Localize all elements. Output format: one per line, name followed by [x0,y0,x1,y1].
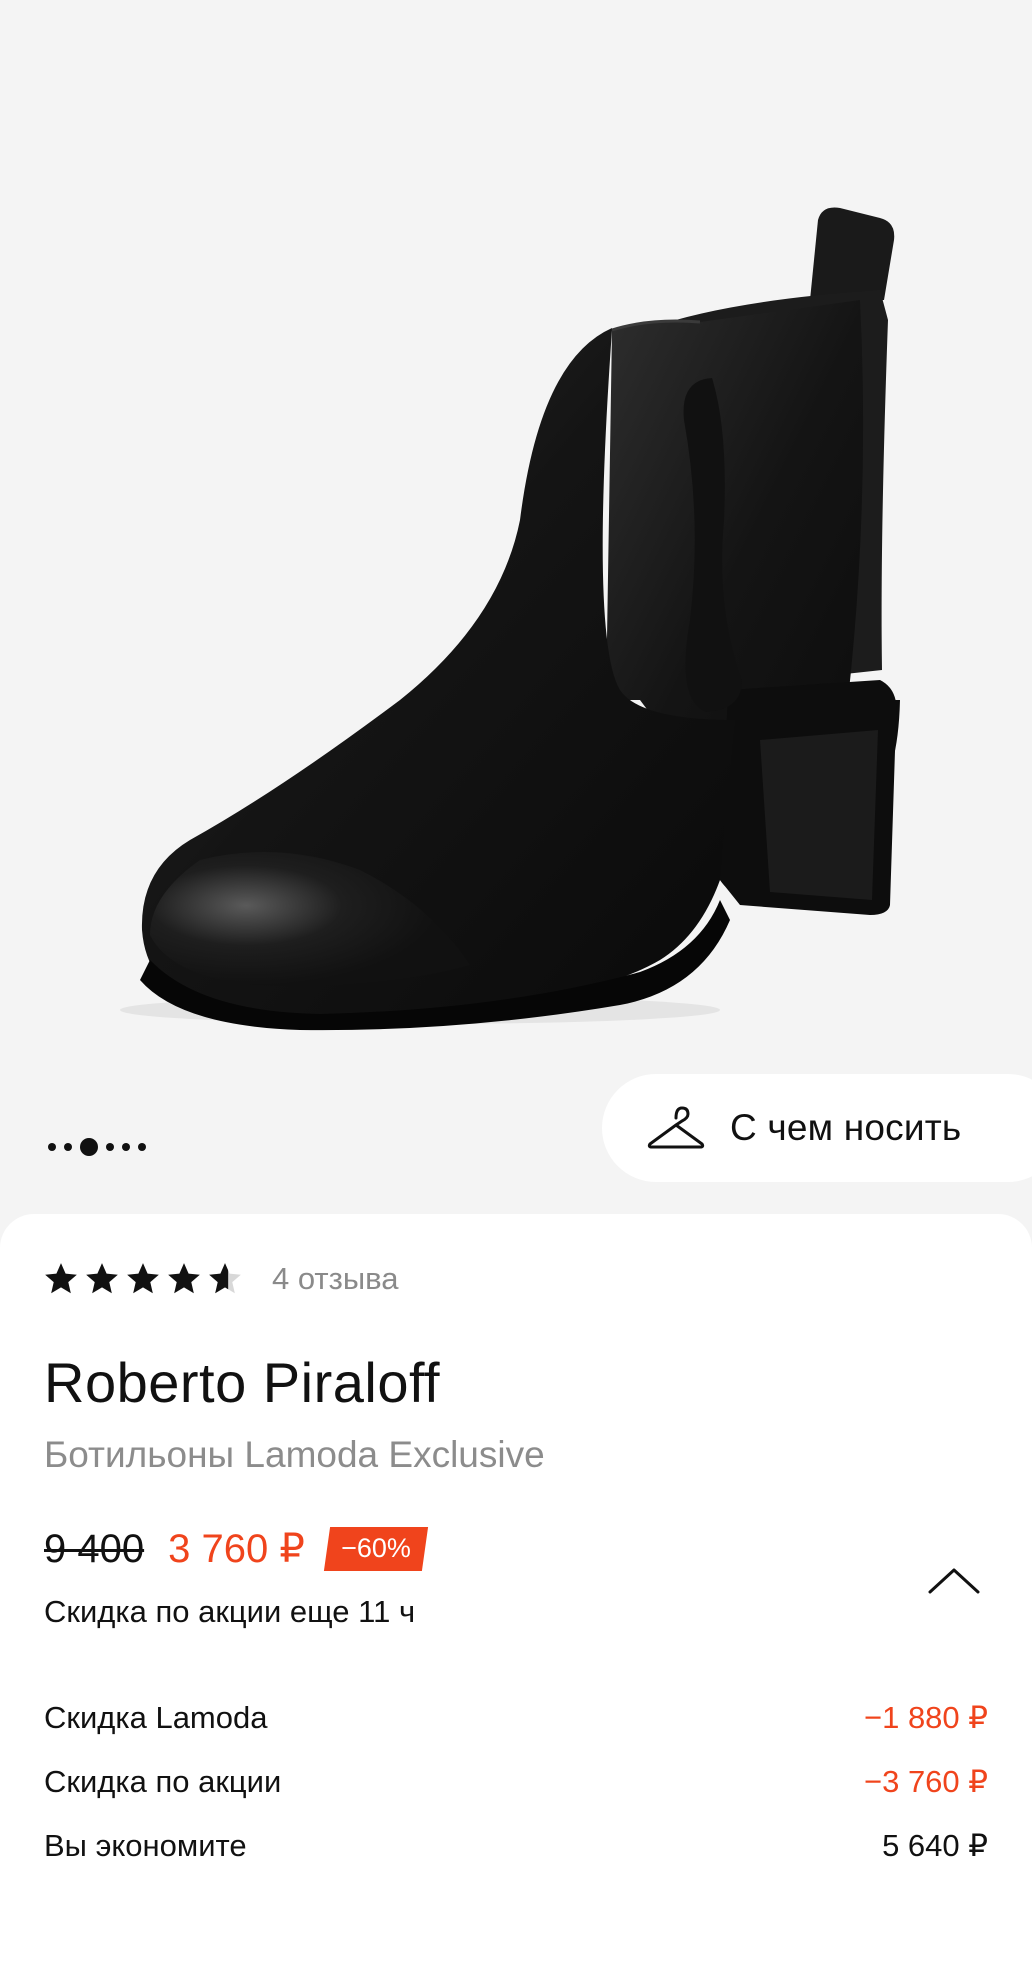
hanger-icon [647,1106,705,1149]
discount-badge-label: −60% [340,1533,411,1563]
rating-row[interactable]: 4 отзыва [42,1260,398,1298]
rating-stars [42,1260,244,1298]
current-price: 3 760 ₽ [168,1527,305,1571]
promo-timer-note: Скидка по акции еще 11 ч [44,1594,416,1629]
breakdown-value: 5 640 ₽ [882,1828,988,1863]
breakdown-row-promo-discount: Скидка по акции −3 760 ₽ [44,1764,988,1800]
pagination-dot[interactable] [138,1143,146,1151]
breakdown-row-lamoda-discount: Скидка Lamoda −1 880 ₽ [44,1700,988,1736]
gallery-pagination[interactable] [48,1138,146,1156]
reviews-count-link[interactable]: 4 отзыва [272,1261,398,1297]
old-price: 9 400 [44,1526,145,1571]
what-to-wear-with-label: С чем носить [730,1107,962,1148]
breakdown-label: Скидка Lamoda [44,1700,268,1735]
product-brand[interactable]: Roberto Piraloff [44,1350,440,1415]
star-full-icon [127,1263,159,1294]
star-half-icon [209,1263,241,1294]
product-gallery[interactable]: С чем носить [0,0,1032,1240]
price-row: 9 400 3 760 ₽ −60% [44,1526,428,1572]
product-photo-ankle-boot[interactable] [0,0,1032,1080]
breakdown-value: −1 880 ₽ [863,1700,988,1735]
pagination-dot[interactable] [106,1143,114,1151]
star-full-icon [168,1263,200,1294]
chevron-up-icon[interactable] [924,1562,984,1602]
breakdown-label: Вы экономите [44,1828,247,1863]
star-full-icon [45,1263,77,1294]
breakdown-row-you-save: Вы экономите 5 640 ₽ [44,1828,988,1864]
breakdown-value: −3 760 ₽ [863,1764,988,1799]
pagination-dot[interactable] [64,1143,72,1151]
product-info-sheet: 4 отзыва Roberto Piraloff Ботильоны Lamo… [0,1214,1032,1974]
discount-badge: −60% [323,1527,428,1571]
star-full-icon [86,1263,118,1294]
pagination-dot[interactable] [122,1143,130,1151]
what-to-wear-with-button[interactable]: С чем носить [602,1074,1032,1182]
product-subtitle: Ботильоны Lamoda Exclusive [44,1434,545,1475]
pagination-dot-active[interactable] [80,1138,98,1156]
pagination-dot[interactable] [48,1143,56,1151]
breakdown-label: Скидка по акции [44,1764,282,1799]
